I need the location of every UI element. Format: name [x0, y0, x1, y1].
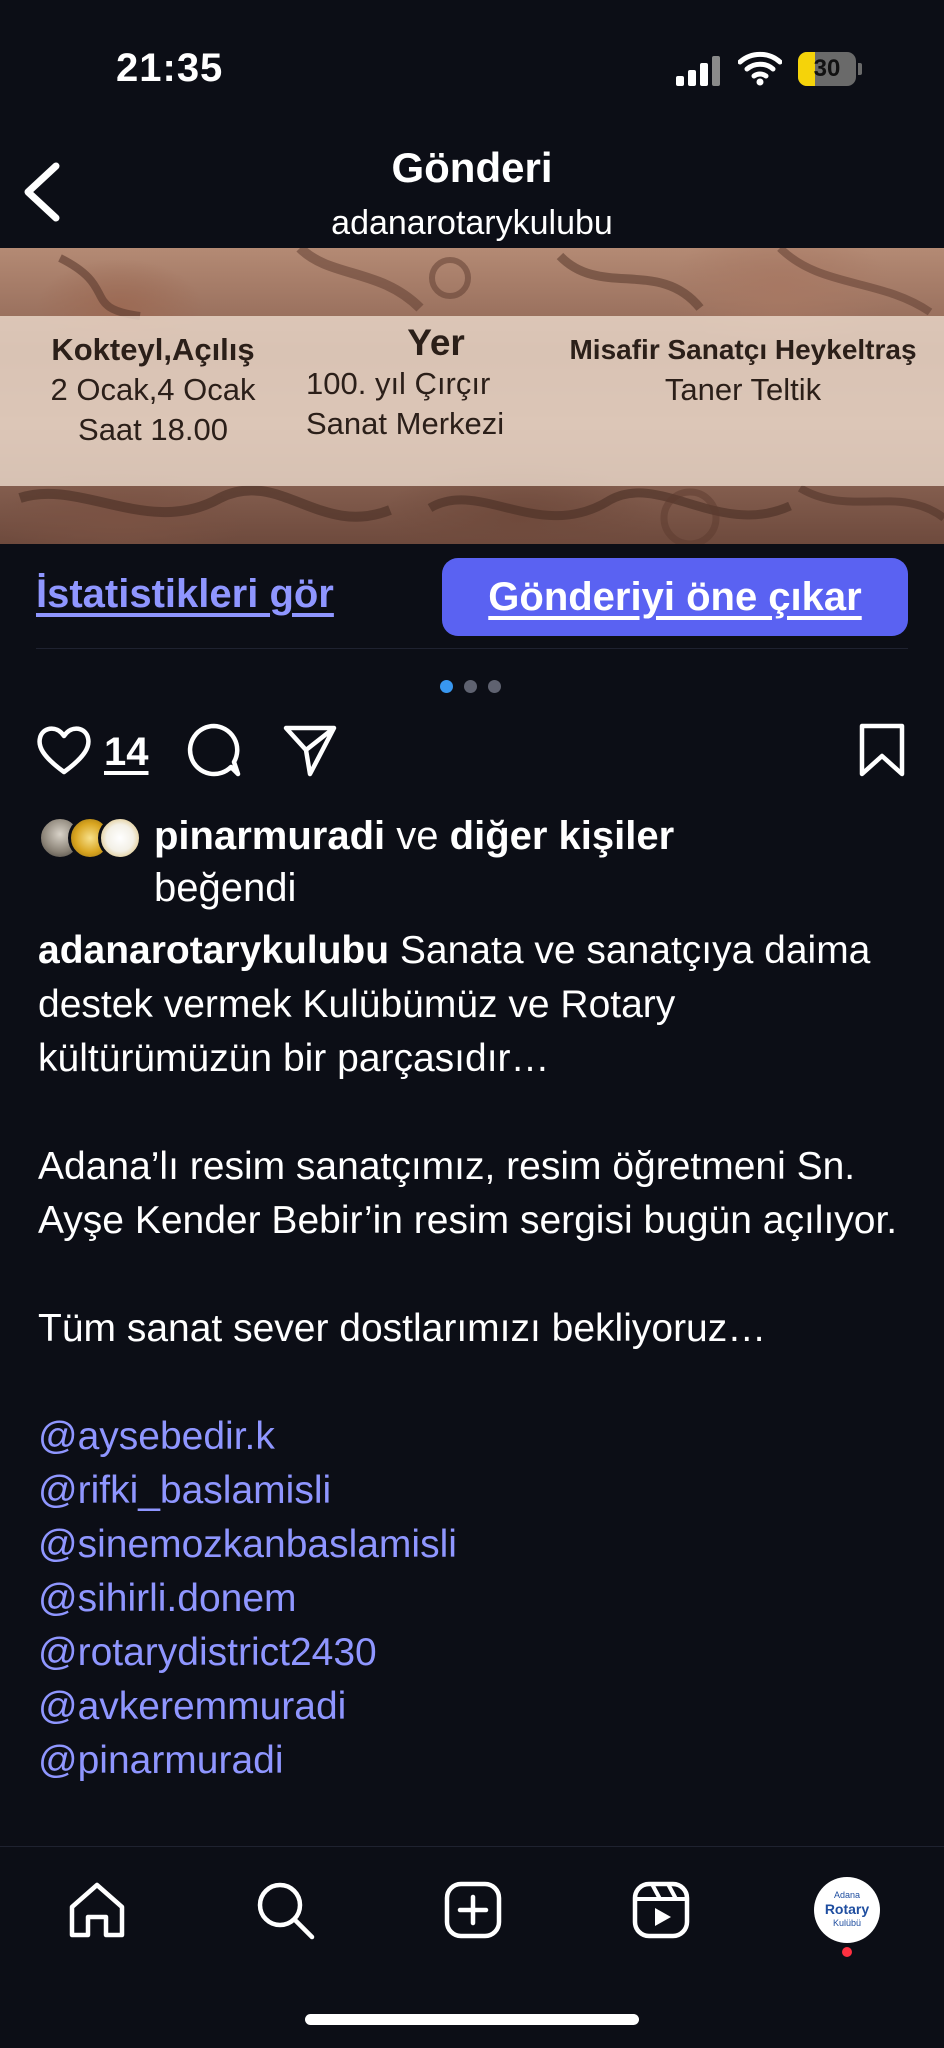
guest-artist-block: Misafir Sanatçı Heykeltraş Taner Teltik: [542, 330, 944, 410]
event-hour: Saat 18.00: [78, 412, 228, 447]
profile-badge-line1: Adana: [833, 1890, 861, 1900]
status-bar: 21:35 30: [0, 0, 944, 140]
guest-artist-name: Taner Teltik: [664, 372, 822, 407]
carousel-dot: [440, 680, 453, 693]
event-time-block: Kokteyl,Açılış 2 Ocak,4 Ocak Saat 18.00: [22, 330, 284, 450]
profile-badge-line2: Rotary: [824, 1901, 870, 1917]
share-send-icon[interactable]: [280, 720, 340, 780]
event-time-title: Kokteyl,Açılış: [51, 332, 255, 367]
event-venue-block: Yer 100. yıl Çırçır Sanat Merkezi: [296, 322, 576, 444]
caption-paragraph-2: Adana’lı resim sanatçımız, resim öğretme…: [38, 1145, 898, 1242]
status-time: 21:35: [116, 46, 224, 90]
mention-link[interactable]: @sinemozkanbaslamisli: [38, 1518, 918, 1572]
mention-link[interactable]: @rifki_baslamisli: [38, 1464, 918, 1518]
liker-username[interactable]: pinarmuradi: [154, 814, 385, 858]
search-icon[interactable]: [252, 1877, 318, 1943]
notification-dot: [842, 1947, 852, 1957]
home-indicator: [305, 2014, 639, 2025]
battery-icon: 30: [798, 52, 862, 86]
event-info-banner: Kokteyl,Açılış 2 Ocak,4 Ocak Saat 18.00 …: [0, 316, 944, 486]
bookmark-icon[interactable]: [852, 720, 912, 780]
caption-author[interactable]: adanarotarykulubu: [38, 929, 389, 972]
mention-link[interactable]: @rotarydistrict2430: [38, 1626, 918, 1680]
event-dates: 2 Ocak,4 Ocak: [50, 372, 256, 407]
mention-link[interactable]: @aysebedir.k: [38, 1410, 918, 1464]
liked-by-connector: ve: [385, 814, 450, 858]
caption-paragraph-3: Tüm sanat sever dostlarımızı bekliyoruz…: [38, 1307, 767, 1350]
profile-badge-line3: Kulübü: [832, 1918, 862, 1928]
page-title: Gönderi: [391, 144, 553, 191]
post-author-username[interactable]: adanarotarykulubu: [0, 204, 944, 243]
like-count[interactable]: 14: [104, 730, 149, 775]
reels-icon[interactable]: [628, 1877, 694, 1943]
other-likers-link[interactable]: diğer kişiler: [450, 814, 675, 858]
carousel-indicator: [440, 680, 504, 696]
event-venue-line1: 100. yıl Çırçır: [306, 366, 491, 401]
create-post-icon[interactable]: [440, 1877, 506, 1943]
carousel-dot: [464, 680, 477, 693]
guest-artist-title: Misafir Sanatçı Heykeltraş: [569, 334, 917, 365]
caption-paragraph-1: adanarotarykulubu Sanata ve sanatçıya da…: [38, 924, 918, 1086]
event-venue-line2: Sanat Merkezi: [306, 406, 505, 441]
heart-icon[interactable]: [34, 720, 94, 780]
liker-avatars: [38, 816, 148, 862]
cellular-signal-icon: [676, 54, 722, 86]
post-owner-actions: İstatistikleri gör Gönderiyi öne çıkar: [0, 556, 944, 646]
mention-link[interactable]: @avkeremmuradi: [38, 1680, 918, 1734]
post-image[interactable]: Kokteyl,Açılış 2 Ocak,4 Ocak Saat 18.00 …: [0, 248, 944, 544]
mention-link[interactable]: @sihirli.donem: [38, 1572, 918, 1626]
home-icon[interactable]: [64, 1877, 130, 1943]
battery-percent: 30: [813, 55, 841, 82]
profile-avatar-tab[interactable]: Adana Rotary Kulübü: [814, 1877, 880, 1943]
post-caption: adanarotarykulubu Sanata ve sanatçıya da…: [38, 924, 918, 1788]
divider: [36, 648, 908, 649]
view-insights-link[interactable]: İstatistikleri gör: [36, 572, 334, 617]
liked-suffix: beğendi: [154, 866, 297, 910]
liked-by-text: pinarmuradi ve diğer kişiler beğendi: [154, 810, 914, 914]
post-detail-screen: 21:35 30 Gönderi adanarotarykulubu Kokte…: [0, 0, 944, 2048]
post-header: Gönderi adanarotarykulubu: [0, 140, 944, 248]
carousel-dot: [488, 680, 501, 693]
avatar: [98, 816, 142, 860]
wifi-icon: [738, 51, 782, 86]
mention-link[interactable]: @pinarmuradi: [38, 1734, 918, 1788]
engagement-bar: 14: [0, 720, 944, 790]
comment-icon[interactable]: [184, 720, 244, 780]
event-venue-title: Yer: [407, 322, 465, 363]
caption-mentions: @aysebedir.k @rifki_baslamisli @sinemozk…: [38, 1410, 918, 1788]
boost-post-button[interactable]: Gönderiyi öne çıkar: [442, 558, 908, 636]
